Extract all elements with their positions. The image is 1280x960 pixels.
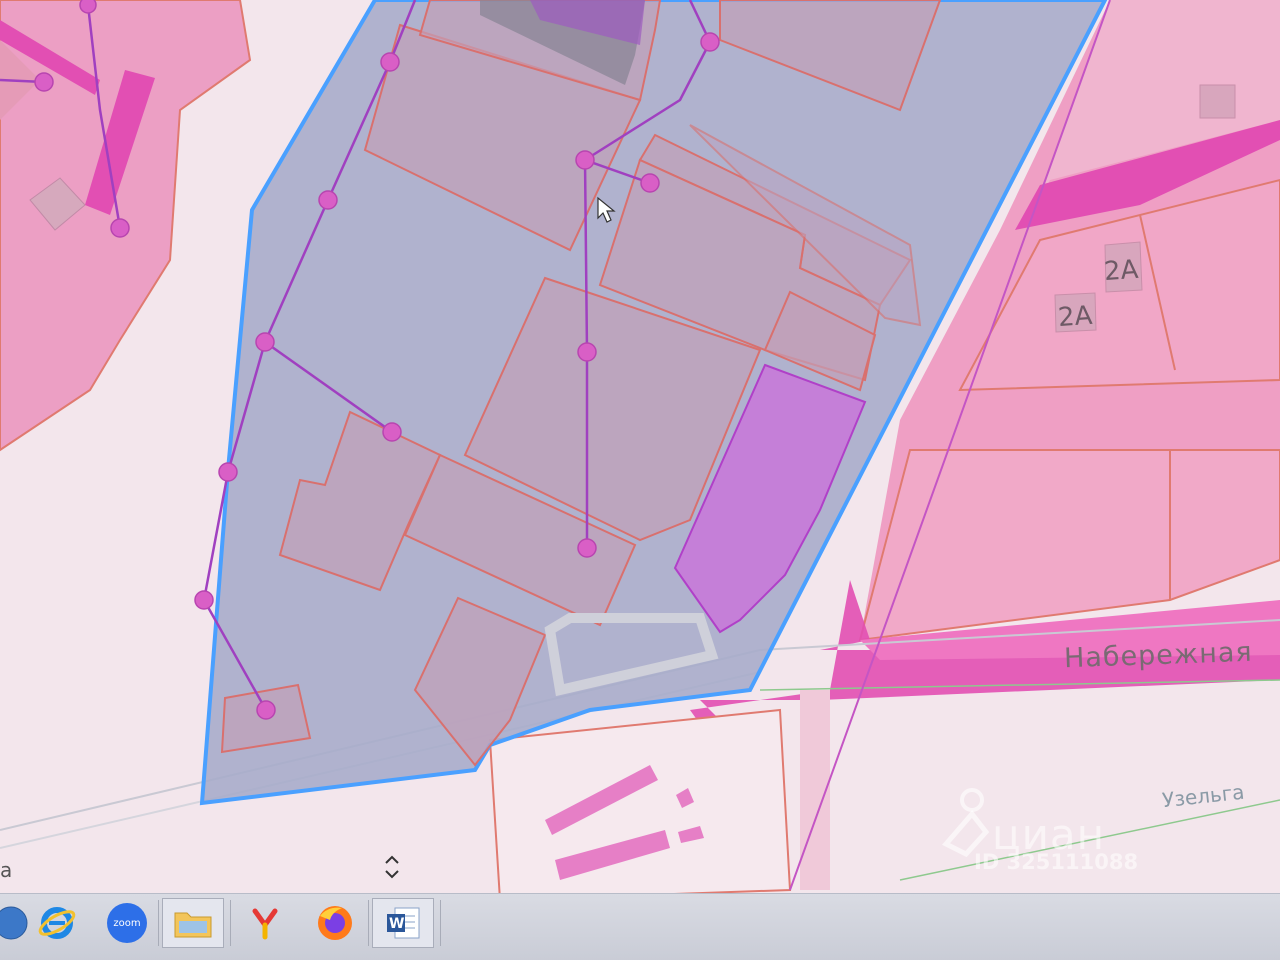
zoom-icon: zoom [107,903,147,943]
yandex-browser-button[interactable] [234,898,296,948]
file-explorer-button[interactable] [162,898,224,948]
internet-explorer-button[interactable] [26,898,88,948]
firefox-icon [318,906,352,940]
word-button[interactable]: W [372,898,434,948]
cadastral-map[interactable] [0,0,1280,960]
yandex-icon [252,908,278,940]
word-letter: W [389,916,404,932]
folder-icon [174,912,212,938]
zoom-button[interactable]: zoom [96,898,158,948]
scroll-arrows-icon[interactable] [382,852,402,882]
firefox-button[interactable] [304,898,366,948]
screen: 2А 2А Набережная Узельга а циан ID 32511… [0,0,1280,960]
word-icon: W [387,907,420,939]
truncated-text: а [0,858,13,882]
internet-explorer-icon [38,907,76,939]
taskbar: zoom W [0,893,1280,960]
